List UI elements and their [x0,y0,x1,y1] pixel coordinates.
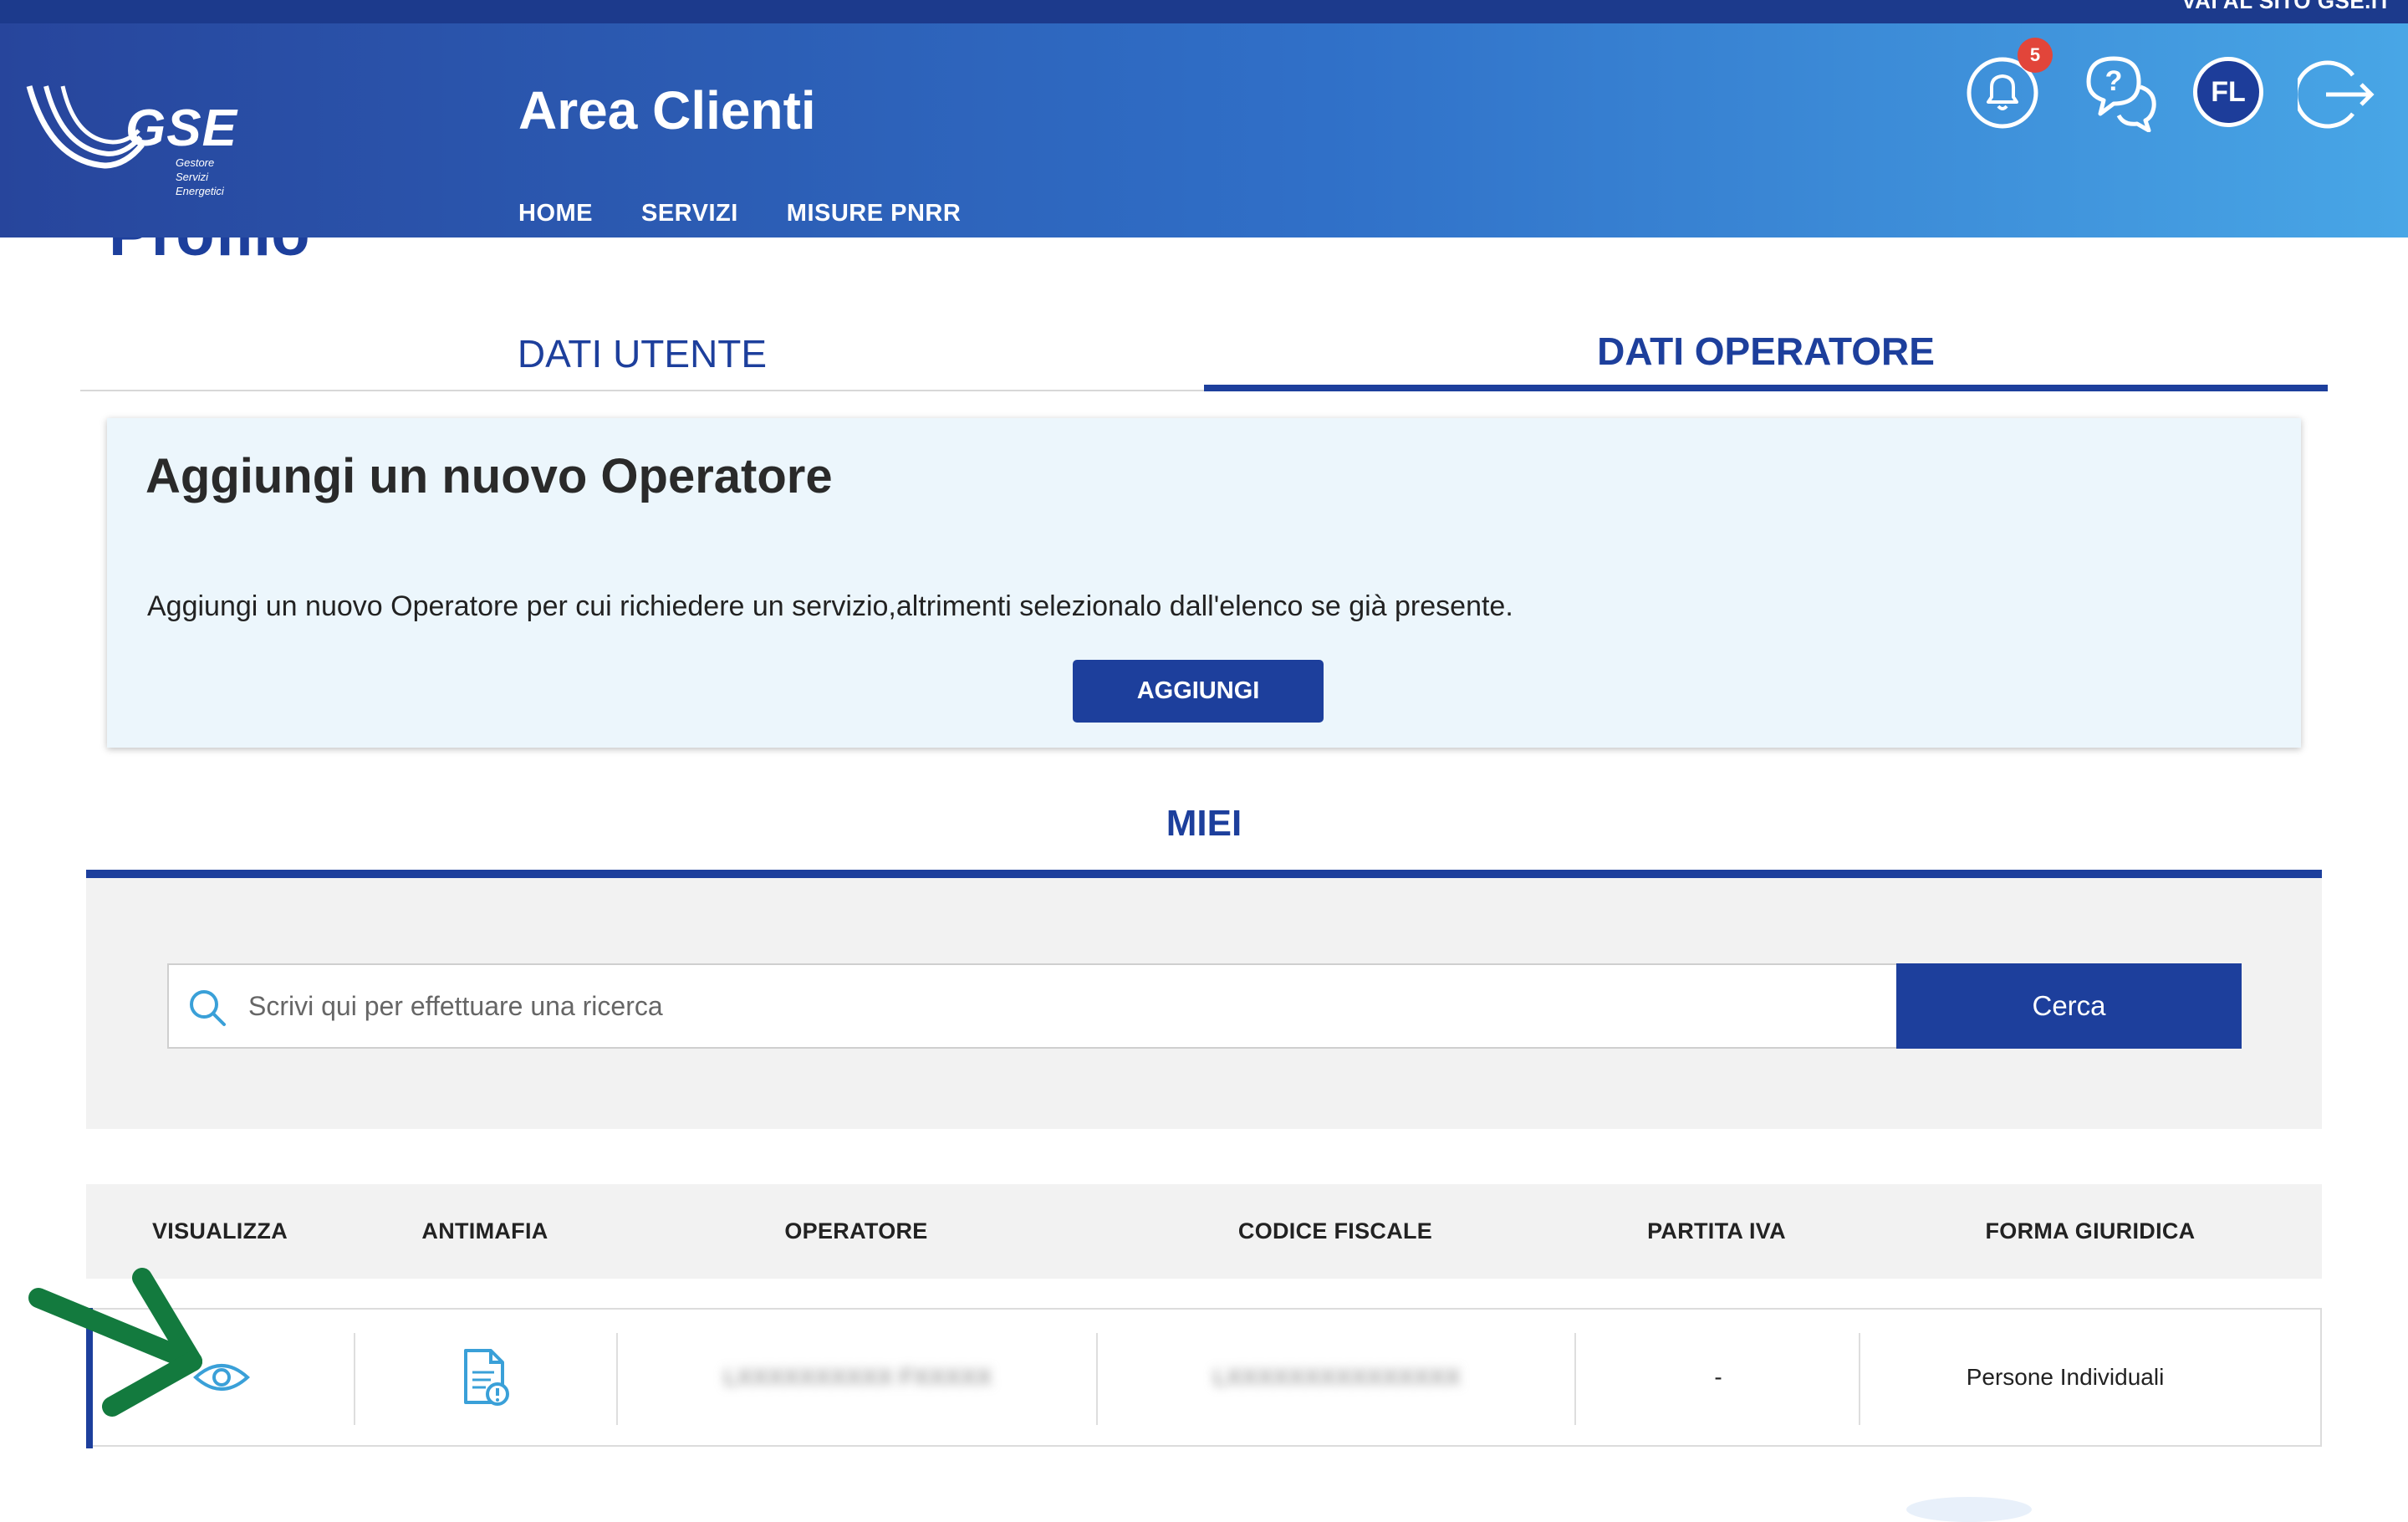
help-chat-icon[interactable]: ? [2080,52,2161,132]
cell-forma-giuridica: Persone Individuali [1966,1364,2165,1390]
table-header: VISUALIZZA ANTIMAFIA OPERATORE CODICE FI… [86,1184,2322,1279]
main-nav: HOME SERVIZI MISURE PNRR [518,200,961,227]
logo-subtitle: Gestore Servizi Energetici [176,156,234,198]
notification-badge: 5 [2018,38,2053,73]
cell-codice-fiscale: LXXXXXXXXXXXXXXX [1213,1364,1461,1390]
add-operator-card: Aggiungi un nuovo Operatore Aggiungi un … [107,418,2301,748]
tab-dati-utente[interactable]: DATI UTENTE [80,318,1204,391]
gse-logo[interactable]: GSE Gestore Servizi Energetici [25,82,237,207]
top-strip: VAI AL SITO GSE.IT [0,0,2408,23]
logo-sub-2: Servizi [176,171,209,183]
search-input[interactable]: Scrivi qui per effettuare una ricerca [167,963,1898,1049]
tab-dati-operatore[interactable]: DATI OPERATORE [1204,318,2328,391]
table-row: LXXXXXXXXXX FXXXXX LXXXXXXXXXXXXXXX - Pe… [86,1308,2322,1448]
miei-section-title: MIEI [1166,803,1242,844]
search-button[interactable]: Cerca [1896,963,2242,1049]
app-title: Area Clienti [518,80,816,140]
cell-operatore: LXXXXXXXXXX FXXXXX [723,1364,992,1390]
nav-misure-pnrr[interactable]: MISURE PNRR [787,200,962,227]
col-forma-giuridica: FORMA GIURIDICA [1985,1218,2196,1244]
add-operator-title: Aggiungi un nuovo Operatore [145,449,833,503]
scroll-hint [1906,1497,2032,1522]
logo-sub-1: Gestore [176,156,215,169]
search-placeholder: Scrivi qui per effettuare una ricerca [248,991,663,1021]
cell-antimafia [355,1310,618,1445]
col-operatore: OPERATORE [784,1218,928,1244]
logout-icon[interactable] [2298,59,2376,130]
profile-tabs: DATI UTENTE DATI OPERATORE [80,318,2328,391]
miei-divider [86,870,2322,878]
cell-partita-iva: - [1714,1364,1722,1390]
go-to-site-link[interactable]: VAI AL SITO GSE.IT [2181,0,2391,14]
search-icon [190,990,226,1026]
col-antimafia: ANTIMAFIA [421,1218,548,1244]
green-arrow-annotation [28,1268,202,1417]
nav-servizi[interactable]: SERVIZI [641,200,738,227]
document-alert-icon[interactable] [462,1347,511,1407]
logo-sub-3: Energetici [176,185,224,197]
svg-text:?: ? [2105,65,2123,97]
col-partita-iva: PARTITA IVA [1647,1218,1786,1244]
add-operator-description: Aggiungi un nuovo Operatore per cui rich… [147,590,1513,622]
logo-brand: GSE [125,100,237,157]
add-operator-button[interactable]: AGGIUNGI [1073,660,1324,723]
avatar[interactable]: FL [2193,57,2263,127]
col-codice-fiscale: CODICE FISCALE [1237,1218,1433,1244]
nav-home[interactable]: HOME [518,200,593,227]
